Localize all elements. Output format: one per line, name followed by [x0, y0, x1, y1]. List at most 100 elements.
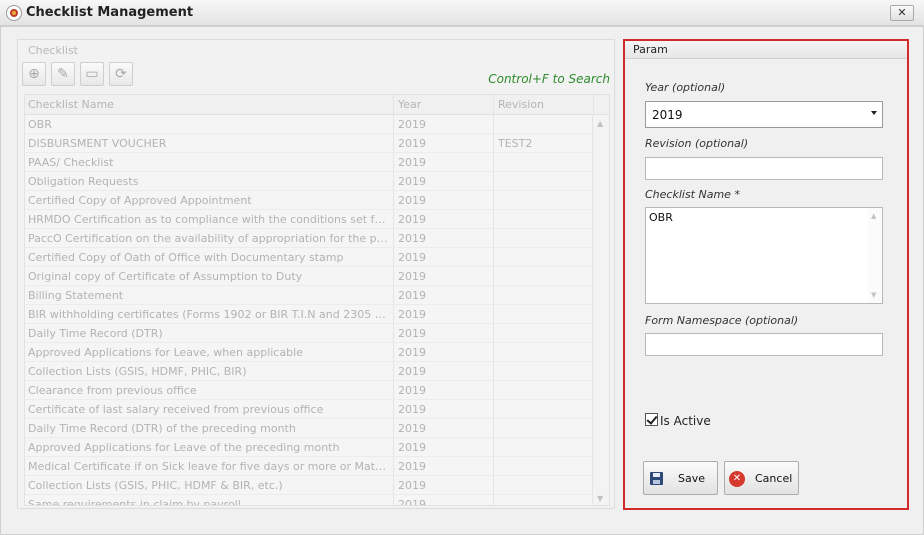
cell-checklist-name: Collection Lists (GSIS, HDMF, PHIC, BIR) [28, 365, 247, 378]
cell-year: 2019 [398, 441, 426, 454]
cell-year: 2019 [398, 232, 426, 245]
cell-checklist-name: Daily Time Record (DTR) [28, 327, 163, 340]
table-row[interactable]: Certified Copy of Approved Appointment 20… [25, 191, 593, 210]
year-select[interactable]: 2019 [645, 101, 883, 128]
cell-year: 2019 [398, 289, 426, 302]
refresh-icon: ⟳ [115, 66, 127, 82]
table-row[interactable]: Billing Statement 2019 [25, 286, 593, 305]
title-bar: Checklist Management ✕ [0, 0, 924, 26]
delete-button[interactable]: ▭ [80, 62, 104, 86]
param-title: Param [633, 43, 668, 56]
cancel-button[interactable]: ✕ Cancel [724, 461, 799, 495]
cell-revision: TEST2 [498, 137, 533, 150]
column-header-checklist-name[interactable]: Checklist Name [28, 98, 114, 111]
table-row[interactable]: DISBURSMENT VOUCHER 2019 TEST2 [25, 134, 593, 153]
table-row[interactable]: OBR 2019 [25, 115, 593, 134]
is-active-label[interactable]: Is Active [660, 414, 711, 428]
cell-checklist-name: Original copy of Certificate of Assumpti… [28, 270, 303, 283]
cell-year: 2019 [398, 479, 426, 492]
cell-checklist-name: Collection Lists (GSIS, PHIC, HDMF & BIR… [28, 479, 283, 492]
cell-year: 2019 [398, 460, 426, 473]
table-row[interactable]: Same requirements in claim by payroll 201… [25, 495, 593, 506]
edit-button[interactable]: ✎ [51, 62, 75, 86]
save-button[interactable]: Save [643, 461, 718, 495]
checklist-grid: Checklist Name Year Revision OBR 2019 DISB… [24, 94, 610, 506]
table-row[interactable]: BIR withholding certificates (Forms 1902… [25, 305, 593, 324]
memo-scrollbar[interactable]: ▲ ▼ [868, 208, 882, 303]
table-row[interactable]: Daily Time Record (DTR) 2019 [25, 324, 593, 343]
cell-year: 2019 [398, 156, 426, 169]
table-row[interactable]: HRMDO Certification as to compliance wit… [25, 210, 593, 229]
cell-year: 2019 [398, 403, 426, 416]
cell-year: 2019 [398, 384, 426, 397]
cell-checklist-name: Daily Time Record (DTR) of the preceding… [28, 422, 296, 435]
table-row[interactable]: Approved Applications for Leave, when ap… [25, 343, 593, 362]
cell-year: 2019 [398, 194, 426, 207]
cell-checklist-name: Same requirements in claim by payroll [28, 498, 241, 506]
search-hint: Control+F to Search [488, 72, 610, 86]
form-namespace-input[interactable] [645, 333, 883, 356]
grid-scrollbar[interactable]: ▲ ▼ [592, 115, 609, 505]
cell-checklist-name: PAAS/ Checklist [28, 156, 114, 169]
cell-checklist-name: Approved Applications for Leave of the p… [28, 441, 340, 454]
column-header-year[interactable]: Year [398, 98, 421, 111]
table-row[interactable]: Clearance from previous office 2019 [25, 381, 593, 400]
is-active-checkbox[interactable] [645, 413, 658, 426]
table-row[interactable]: Certificate of last salary received from… [25, 400, 593, 419]
scroll-up-icon[interactable]: ▲ [871, 212, 876, 220]
year-label: Year (optional) [645, 81, 726, 94]
cell-checklist-name: Medical Certificate if on Sick leave for… [28, 460, 390, 473]
checklist-toolbar: ⊕ ✎ ▭ ⟳ [22, 62, 133, 88]
param-panel: Year (optional) 2019 Revision (optional)… [625, 59, 907, 508]
column-header-revision[interactable]: Revision [498, 98, 544, 111]
table-row[interactable]: Original copy of Certificate of Assumpti… [25, 267, 593, 286]
cell-year: 2019 [398, 308, 426, 321]
table-row[interactable]: Certified Copy of Oath of Office with Do… [25, 248, 593, 267]
scroll-up-icon[interactable]: ▲ [597, 119, 605, 128]
revision-input[interactable] [645, 157, 883, 180]
table-row[interactable]: Collection Lists (GSIS, PHIC, HDMF & BIR… [25, 476, 593, 495]
scroll-down-icon[interactable]: ▼ [597, 494, 605, 503]
refresh-button[interactable]: ⟳ [109, 62, 133, 86]
delete-icon: ▭ [85, 66, 99, 82]
checklist-panel-caption: Checklist [28, 44, 78, 57]
save-label: Save [678, 472, 706, 485]
cell-year: 2019 [398, 213, 426, 226]
table-row[interactable]: Approved Applications for Leave of the p… [25, 438, 593, 457]
scroll-down-icon[interactable]: ▼ [871, 291, 876, 299]
cell-checklist-name: PaccO Certification on the availability … [28, 232, 390, 245]
checklist-name-input[interactable]: OBR ▲ ▼ [645, 207, 883, 304]
add-button[interactable]: ⊕ [22, 62, 46, 86]
table-row[interactable]: Daily Time Record (DTR) of the preceding… [25, 419, 593, 438]
cell-year: 2019 [398, 346, 426, 359]
cell-checklist-name: Clearance from previous office [28, 384, 197, 397]
window-body: Checklist ⊕ ✎ ▭ ⟳ Control+F to Search Ch… [0, 26, 924, 535]
table-row[interactable]: PAAS/ Checklist 2019 [25, 153, 593, 172]
table-row[interactable]: Obligation Requests 2019 [25, 172, 593, 191]
checklist-panel: Checklist ⊕ ✎ ▭ ⟳ Control+F to Search Ch… [17, 39, 615, 509]
cell-year: 2019 [398, 270, 426, 283]
cell-checklist-name: Certified Copy of Oath of Office with Do… [28, 251, 344, 264]
year-value: 2019 [652, 108, 683, 122]
cell-year: 2019 [398, 365, 426, 378]
cell-year: 2019 [398, 498, 426, 506]
close-button[interactable]: ✕ [890, 5, 914, 21]
table-row[interactable]: Medical Certificate if on Sick leave for… [25, 457, 593, 476]
cell-checklist-name: Obligation Requests [28, 175, 139, 188]
edit-icon: ✎ [57, 66, 69, 82]
app-logo-icon [6, 5, 22, 21]
param-header: Param [625, 41, 907, 59]
cancel-label: Cancel [755, 472, 793, 485]
cell-year: 2019 [398, 175, 426, 188]
cell-checklist-name: Approved Applications for Leave, when ap… [28, 346, 303, 359]
cell-checklist-name: Certificate of last salary received from… [28, 403, 324, 416]
form-namespace-label: Form Namespace (optional) [645, 314, 799, 327]
cell-year: 2019 [398, 422, 426, 435]
chevron-down-icon[interactable] [871, 111, 877, 115]
checklist-name-value: OBR [649, 211, 673, 224]
cell-checklist-name: DISBURSMENT VOUCHER [28, 137, 167, 150]
checklist-name-label: Checklist Name * [645, 188, 740, 201]
grid-rows: OBR 2019 DISBURSMENT VOUCHER 2019 TEST2 PAAS/… [25, 115, 593, 506]
table-row[interactable]: Collection Lists (GSIS, HDMF, PHIC, BIR)… [25, 362, 593, 381]
table-row[interactable]: PaccO Certification on the availability … [25, 229, 593, 248]
